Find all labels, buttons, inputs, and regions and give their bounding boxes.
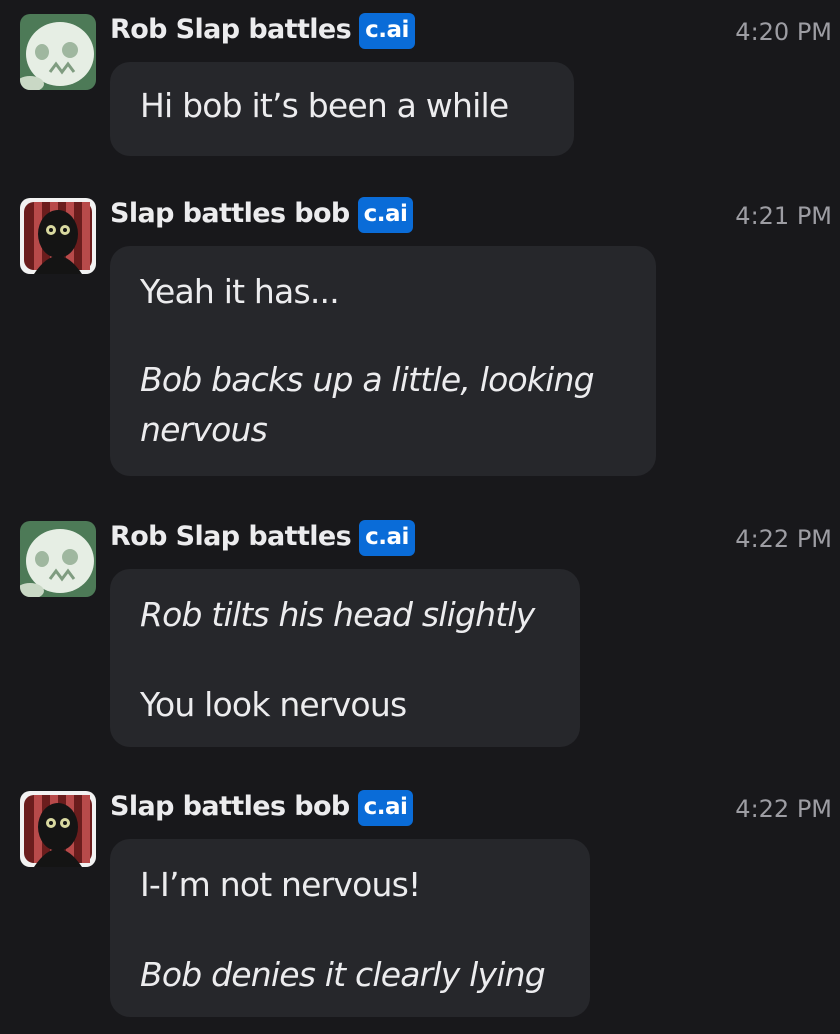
avatar[interactable] (20, 521, 96, 597)
message-bubble: Rob tilts his head slightly You look ner… (110, 569, 580, 747)
skull-avatar-icon (20, 521, 96, 597)
message-bubble: Yeah it has... Bob backs up a little, lo… (110, 246, 656, 476)
author-name-text: Slap battles bob (110, 198, 350, 229)
hooded-figure-avatar-icon (20, 198, 96, 274)
message-text: I-I’m not nervous! (140, 865, 421, 904)
message-action-text: Bob denies it clearly lying (140, 955, 546, 994)
message-bubble: Hi bob it’s been a while (110, 62, 574, 156)
author-name: Rob Slap battles c.ai (110, 13, 415, 49)
skull-avatar-icon (20, 14, 96, 90)
message-action-text: Rob tilts his head slightly (140, 595, 535, 634)
timestamp: 4:22 PM (735, 795, 832, 823)
hooded-figure-avatar-icon (20, 791, 96, 867)
cai-badge: c.ai (357, 197, 414, 233)
cai-badge: c.ai (359, 520, 415, 556)
timestamp: 4:22 PM (735, 525, 832, 553)
avatar[interactable] (20, 14, 96, 90)
cai-badge: c.ai (359, 13, 415, 49)
timestamp: 4:21 PM (735, 202, 832, 230)
avatar[interactable] (20, 791, 96, 867)
author-name-text: Slap battles bob (110, 791, 350, 822)
message-text: You look nervous (140, 685, 407, 724)
author-name: Slap battles bob c.ai (110, 197, 414, 233)
message-action-text: nervous (140, 410, 268, 449)
message-text: Hi bob it’s been a while (140, 86, 509, 125)
author-name: Slap battles bob c.ai (110, 790, 414, 826)
author-name-text: Rob Slap battles (110, 521, 352, 552)
cai-badge: c.ai (357, 790, 414, 826)
author-name: Rob Slap battles c.ai (110, 520, 415, 556)
timestamp: 4:20 PM (735, 18, 832, 46)
message-text: Yeah it has... (140, 272, 340, 311)
message-bubble: I-I’m not nervous! Bob denies it clearly… (110, 839, 590, 1017)
avatar[interactable] (20, 198, 96, 274)
message-action-text: Bob backs up a little, looking (140, 360, 595, 399)
author-name-text: Rob Slap battles (110, 14, 352, 45)
